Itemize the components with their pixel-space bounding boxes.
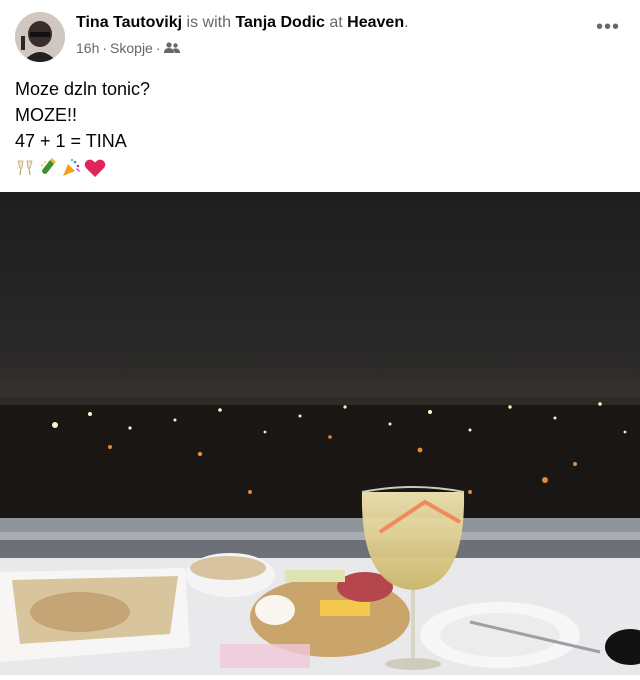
post-location[interactable]: Skopje (110, 40, 153, 56)
author-name[interactable]: Tina Tautovikj (76, 14, 182, 31)
avatar[interactable] (15, 12, 65, 62)
post-photo[interactable] (0, 192, 640, 675)
tagged-name[interactable]: Tanja Dodic (235, 14, 325, 31)
post-header: Tina Tautovikj is with Tanja Dodic at He… (0, 0, 640, 64)
post-body: Moze dzln tonic? MOZE!! 47 + 1 = TINA (15, 76, 150, 181)
profile-photo-icon (15, 12, 65, 62)
red-heart-icon (84, 159, 106, 177)
body-line-3: 47 + 1 = TINA (15, 131, 127, 151)
champagne-bottle-icon (41, 158, 56, 174)
place-name[interactable]: Heaven (347, 14, 404, 31)
body-line-2: MOZE!! (15, 105, 77, 125)
at-text: at (324, 14, 348, 31)
author-line: Tina Tautovikj is with Tanja Dodic at He… (76, 14, 409, 32)
meta-separator: · (102, 40, 108, 56)
more-options-button[interactable]: ••• (596, 17, 620, 37)
with-text: is with (182, 14, 236, 31)
post-meta: 16h · Skopje · (76, 40, 180, 56)
body-line-1: Moze dzln tonic? (15, 79, 151, 99)
emoji-row (15, 155, 150, 181)
clinking-glasses-icon (17, 160, 33, 176)
period-text: . (404, 14, 409, 31)
friends-icon[interactable] (163, 42, 180, 54)
night-city-balcony-photo (0, 192, 640, 675)
post-time[interactable]: 16h (76, 40, 99, 56)
meta-separator-2: · (155, 40, 161, 56)
party-popper-icon (63, 159, 80, 176)
